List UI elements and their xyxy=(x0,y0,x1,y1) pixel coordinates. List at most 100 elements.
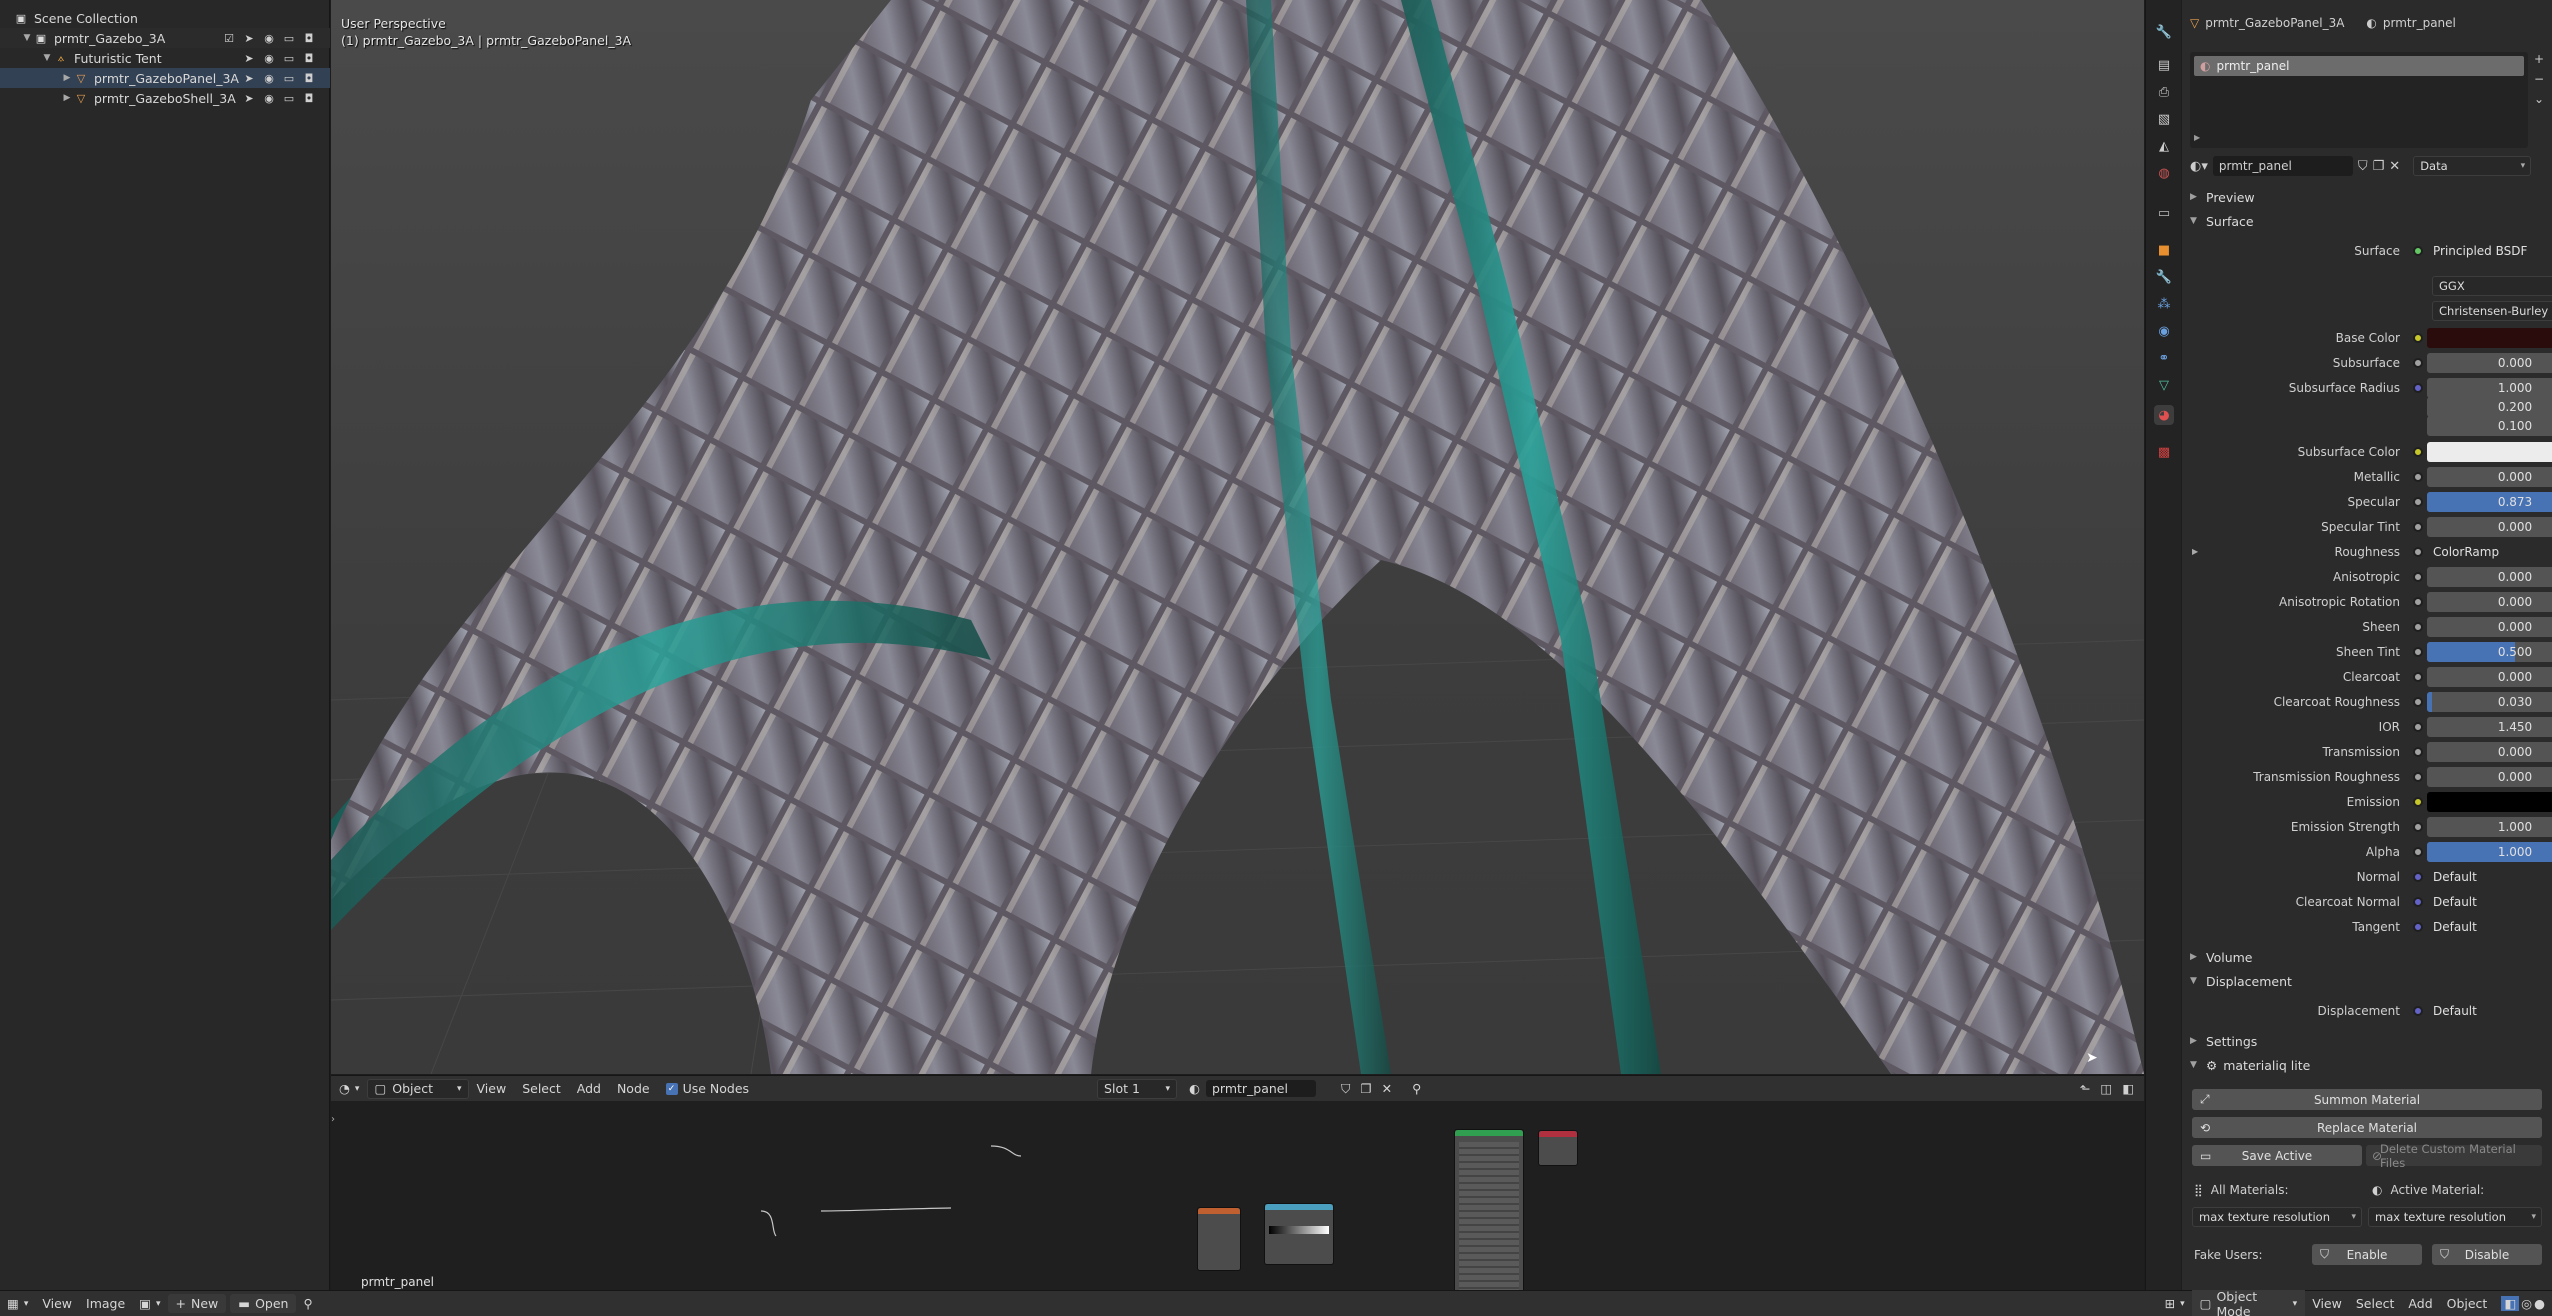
socket-dot-icon[interactable] xyxy=(2413,596,2423,607)
overlay-icon[interactable]: ◧ xyxy=(2122,1081,2134,1096)
disable-fake-users-button[interactable]: ⛉ Disable xyxy=(2432,1244,2542,1265)
expand-arrow-icon[interactable]: ▶ xyxy=(60,73,74,83)
bsdf-value-field[interactable]: 1.000 xyxy=(2427,816,2552,837)
socket-dot-icon[interactable] xyxy=(2413,621,2423,632)
monitor-icon[interactable]: ▭ xyxy=(282,51,296,65)
bsdf-value-field[interactable]: 0.000 xyxy=(2427,466,2552,487)
bsdf-value-field[interactable]: 0.000 xyxy=(2427,566,2552,587)
socket-dot-icon[interactable] xyxy=(2413,446,2423,457)
menu-object-3d[interactable]: Object xyxy=(2440,1296,2495,1311)
menu-node[interactable]: Node xyxy=(609,1081,658,1096)
socket-dot-icon[interactable] xyxy=(2413,696,2423,707)
modifier-tab-icon[interactable]: 🔧 xyxy=(2154,267,2174,287)
checkbox-icon[interactable]: ☑ xyxy=(222,31,236,45)
use-nodes-checkbox[interactable]: ✓ Use Nodes xyxy=(658,1081,757,1096)
socket-dot-icon[interactable] xyxy=(2413,771,2423,782)
select-mode-icon[interactable]: ◧ xyxy=(2501,1296,2520,1311)
bsdf-value-field[interactable]: 0.000 xyxy=(2427,666,2552,687)
socket-dot-icon[interactable] xyxy=(2413,646,2423,657)
link-mode-dropdown[interactable]: Data ▾ xyxy=(2413,156,2532,176)
menu-select-3d[interactable]: Select xyxy=(2349,1296,2402,1311)
select-arrow-icon[interactable]: ➤ xyxy=(242,31,256,45)
monitor-icon[interactable]: ▭ xyxy=(282,31,296,45)
editor-type-dropdown[interactable]: ◔ ▾ xyxy=(331,1081,367,1096)
select-arrow-icon[interactable]: ➤ xyxy=(242,91,256,105)
expand-arrow-icon[interactable]: ▶ xyxy=(2194,133,2200,142)
section-settings[interactable]: ▶ Settings xyxy=(2190,1030,2257,1052)
object-mode-dropdown[interactable]: ▢ Object ▾ xyxy=(367,1078,469,1099)
section-volume[interactable]: ▶ Volume xyxy=(2190,946,2253,968)
socket-dot-icon[interactable] xyxy=(2413,357,2423,368)
data-tab-icon[interactable]: ▽ xyxy=(2154,375,2174,395)
bsdf-value-field[interactable]: ColorRamp xyxy=(2427,542,2552,562)
fake-user-icon[interactable]: ⛉ xyxy=(2358,159,2368,174)
menu-add-3d[interactable]: Add xyxy=(2401,1296,2439,1311)
expand-arrow-icon[interactable]: ▼ xyxy=(20,33,34,43)
bsdf-value-field[interactable]: 0.000 xyxy=(2427,766,2552,787)
section-surface[interactable]: ▼ Surface xyxy=(2190,210,2254,232)
socket-dot-icon[interactable] xyxy=(2413,746,2423,757)
scene-tab-icon[interactable]: ◭ xyxy=(2154,136,2174,156)
section-preview[interactable]: ▶ Preview xyxy=(2190,186,2255,208)
monitor-icon[interactable]: ▭ xyxy=(282,91,296,105)
bsdf-value-field[interactable]: 0.000 xyxy=(2427,516,2552,537)
socket-dot-icon[interactable] xyxy=(2413,846,2423,857)
socket-dot-icon[interactable] xyxy=(2413,871,2423,882)
subsurface-method-dropdown[interactable]: Christensen-Burley▾ xyxy=(2432,301,2552,321)
node-colorramp[interactable] xyxy=(1264,1203,1334,1265)
displacement-field[interactable]: Default xyxy=(2427,1001,2552,1021)
outliner-row-scene-collection[interactable]: ▣ Scene Collection xyxy=(0,8,330,28)
enable-fake-users-button[interactable]: ⛉ Enable xyxy=(2312,1244,2422,1265)
constraints-tab-icon[interactable]: ⚭ xyxy=(2154,348,2174,368)
bsdf-value-field[interactable]: 1.450 xyxy=(2427,716,2552,737)
menu-add[interactable]: Add xyxy=(569,1081,609,1096)
socket-dot-icon[interactable] xyxy=(2413,471,2423,482)
object-tab-icon[interactable]: ■ xyxy=(2154,240,2174,260)
socket-dot-icon[interactable] xyxy=(2413,382,2423,393)
render-tab-icon[interactable]: ▤ xyxy=(2154,55,2174,75)
socket-dot-icon[interactable] xyxy=(2413,721,2423,732)
section-materialiq[interactable]: ▼ ⚙ materialiq lite xyxy=(2190,1054,2310,1076)
delete-custom-files-button[interactable]: ⊘ Delete Custom Material Files xyxy=(2366,1142,2542,1170)
eye-icon[interactable]: ◉ xyxy=(262,91,276,105)
bsdf-value-field[interactable]: Default xyxy=(2427,892,2552,912)
new-image-button[interactable]: + New xyxy=(167,1294,227,1313)
camera-icon[interactable]: ◘ xyxy=(302,51,316,65)
outliner-row-futuristic-tent[interactable]: ▼ ⟑ Futuristic Tent ➤ ◉ ▭ ◘ xyxy=(0,48,330,68)
select-arrow-icon[interactable]: ➤ xyxy=(242,51,256,65)
bsdf-value-field[interactable]: 0.500 xyxy=(2427,641,2552,662)
image-browse-dropdown[interactable]: ▣ ▾ xyxy=(132,1296,167,1311)
world-tab-icon[interactable]: ◍ xyxy=(2154,163,2174,183)
view-layer-tab-icon[interactable]: ▧ xyxy=(2154,109,2174,129)
material-selector[interactable]: ◐ prmtr_panel xyxy=(1183,1079,1333,1099)
menu-image[interactable]: Image xyxy=(79,1296,132,1311)
menu-select[interactable]: Select xyxy=(514,1081,569,1096)
bsdf-value-field[interactable]: 0.000 xyxy=(2427,591,2552,612)
socket-dot-icon[interactable] xyxy=(2413,332,2423,343)
tool-tab-icon[interactable]: 🔧 xyxy=(2154,22,2174,42)
snap-icon[interactable]: ◫ xyxy=(2100,1081,2112,1096)
object-mode-dropdown-3d[interactable]: ▢ Object Mode ▾ xyxy=(2191,1286,2306,1316)
pin-icon[interactable]: ⚲ xyxy=(296,1296,319,1311)
editor-type-3d[interactable]: ⊞ ▾ xyxy=(2158,1296,2192,1311)
all-max-res-dropdown[interactable]: max texture resolution ▾ xyxy=(2192,1207,2362,1227)
camera-icon[interactable]: ◘ xyxy=(302,91,316,105)
bsdf-value-field[interactable]: 0.000 xyxy=(2427,741,2552,762)
close-icon[interactable]: ✕ xyxy=(1382,1081,1392,1096)
expand-arrow-icon[interactable]: ▼ xyxy=(40,53,54,63)
node-image-texture[interactable] xyxy=(1197,1207,1241,1271)
particles-tab-icon[interactable]: ⁂ xyxy=(2154,294,2174,314)
section-displacement[interactable]: ▼ Displacement xyxy=(2190,970,2292,992)
socket-dot-icon[interactable] xyxy=(2413,821,2423,832)
outliner-row-shell[interactable]: ▶ ▽ prmtr_GazeboShell_3A ➤ ◉ ▭ ◘ xyxy=(0,88,330,108)
duplicate-icon[interactable]: ❐ xyxy=(1360,1081,1371,1096)
bsdf-value-field[interactable]: 1.000 xyxy=(2427,841,2552,862)
outliner-row-panel[interactable]: ▶ ▽ prmtr_GazeboPanel_3A ➤ ◉ ▭ ◘ xyxy=(0,68,330,88)
eye-icon[interactable]: ◉ xyxy=(262,71,276,85)
material-name-field[interactable]: prmtr_panel xyxy=(1205,1080,1316,1097)
editor-type-image[interactable]: ▦ ▾ xyxy=(0,1296,35,1311)
remove-slot-icon[interactable]: − xyxy=(2534,72,2544,86)
bsdf-value-field[interactable] xyxy=(2427,441,2552,462)
monitor-icon[interactable]: ▭ xyxy=(282,71,296,85)
camera-icon[interactable]: ◘ xyxy=(302,71,316,85)
